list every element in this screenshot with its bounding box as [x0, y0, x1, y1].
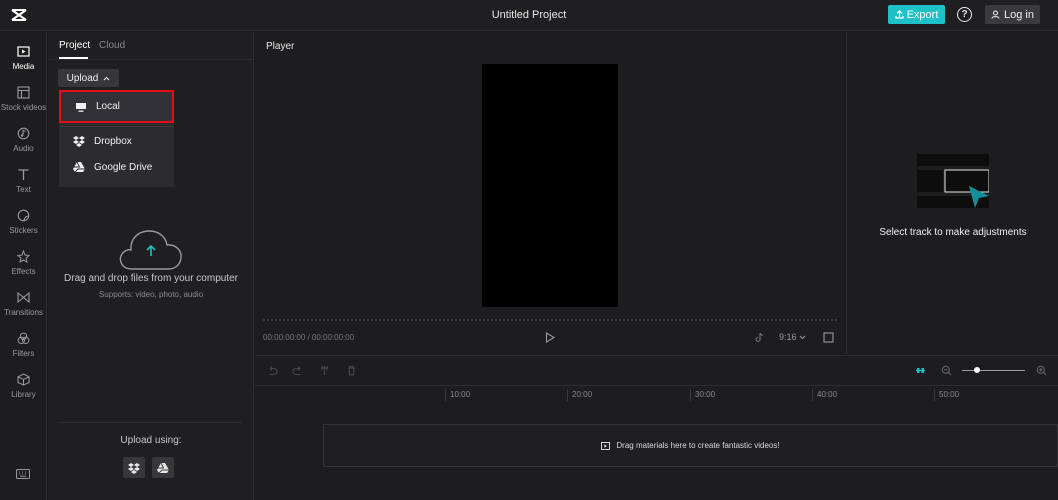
ruler-tick: 10:00 — [445, 389, 470, 401]
menu-item-dropbox[interactable]: Dropbox — [59, 128, 174, 154]
preview-canvas[interactable] — [482, 64, 618, 307]
library-icon — [17, 373, 30, 386]
supported-formats-text: Supports: video, photo, audio — [98, 290, 204, 299]
video-clip-icon — [601, 441, 611, 450]
zoom-slider-track[interactable] — [962, 370, 1025, 371]
fullscreen-icon[interactable] — [823, 332, 834, 343]
media-panel: Project Cloud Upload Local Dropbox Googl… — [48, 32, 254, 500]
delete-icon[interactable] — [346, 365, 357, 376]
tiktok-icon[interactable] — [754, 332, 764, 343]
undo-icon[interactable] — [267, 365, 278, 376]
nav-label: Filters — [12, 349, 35, 358]
upload-button[interactable]: Upload — [58, 69, 119, 87]
select-track-illustration-icon — [917, 154, 989, 208]
menu-item-google-drive[interactable]: Google Drive — [59, 154, 174, 180]
help-icon[interactable]: ? — [957, 7, 972, 22]
timecode: 00:00:00:00 / 00:00:00:00 — [263, 333, 355, 342]
nav-item-text[interactable]: Text — [0, 165, 47, 201]
ruler-tick: 50:00 — [934, 389, 959, 401]
google-drive-icon — [157, 462, 169, 473]
export-label: Export — [906, 8, 939, 21]
nav-label: Stickers — [9, 226, 38, 235]
media-divider — [59, 422, 242, 423]
nav-item-audio[interactable]: Audio — [0, 124, 47, 160]
play-icon[interactable] — [545, 332, 555, 343]
timeline-drop-zone[interactable]: Drag materials here to create fantastic … — [323, 424, 1058, 467]
nav-item-effects[interactable]: Effects — [0, 247, 47, 283]
playback-scrubber[interactable] — [263, 319, 837, 321]
tab-cloud[interactable]: Cloud — [99, 40, 125, 51]
google-drive-icon — [73, 161, 85, 173]
monitor-icon — [76, 102, 86, 112]
upload-label: Upload — [66, 72, 99, 84]
user-icon — [991, 10, 1000, 19]
zoom-in-icon[interactable] — [1036, 365, 1047, 376]
nav-item-filters[interactable]: Filters — [0, 329, 47, 365]
upload-dropdown-menu: Local Dropbox Google Drive — [59, 90, 174, 187]
ruler-tick: 40:00 — [812, 389, 837, 401]
login-button[interactable]: Log in — [985, 5, 1040, 24]
audio-icon — [17, 127, 30, 140]
ruler-tick: 30:00 — [690, 389, 715, 401]
player-panel: Player 00:00:00:00 / 00:00:00:00 9:16 — [255, 32, 845, 354]
drop-zone-text: Drag materials here to create fantastic … — [616, 441, 780, 450]
chevron-down-icon — [799, 335, 806, 340]
adjustments-panel: Select track to make adjustments — [846, 32, 1058, 354]
nav-item-transitions[interactable]: Transitions — [0, 288, 47, 324]
dropbox-icon — [73, 136, 85, 147]
left-nav: Media Stock videos Audio Text Stickers E… — [0, 32, 47, 500]
menu-item-label: Local — [96, 101, 120, 112]
aspect-ratio-value: 9:16 — [779, 332, 797, 342]
redo-icon[interactable] — [292, 365, 303, 376]
menu-divider — [59, 126, 174, 127]
stickers-icon — [17, 209, 30, 222]
nav-label: Media — [12, 62, 35, 71]
capcut-editor: Untitled Project Export ? Log in Media S… — [0, 0, 1058, 500]
nav-label: Audio — [13, 144, 34, 153]
nav-label: Stock videos — [0, 103, 47, 112]
aspect-ratio-select[interactable]: 9:16 — [779, 332, 806, 342]
drag-drop-text: Drag and drop files from your computer — [64, 273, 238, 284]
effects-icon — [17, 250, 30, 263]
menu-item-label: Google Drive — [94, 161, 153, 173]
nav-item-stickers[interactable]: Stickers — [0, 206, 47, 242]
timeline-divider — [255, 385, 1058, 386]
transitions-icon — [17, 291, 30, 304]
split-icon[interactable] — [319, 365, 330, 376]
nav-item-stock-videos[interactable]: Stock videos — [0, 83, 47, 119]
top-header: Untitled Project Export ? Log in — [0, 0, 1058, 31]
upload-using-label: Upload using: — [120, 435, 182, 446]
export-button[interactable]: Export — [888, 5, 945, 24]
nav-item-library[interactable]: Library — [0, 370, 47, 406]
login-label: Log in — [1004, 8, 1034, 21]
filters-icon — [17, 332, 30, 345]
menu-item-local[interactable]: Local — [59, 90, 174, 123]
adjustments-hint: Select track to make adjustments — [879, 227, 1027, 238]
magnet-snap-icon[interactable] — [915, 365, 926, 376]
nav-item-media[interactable]: Media — [0, 42, 47, 78]
tab-project[interactable]: Project — [59, 40, 90, 51]
nav-label: Effects — [11, 267, 36, 276]
text-icon — [18, 169, 29, 180]
zoom-slider-handle[interactable] — [974, 367, 980, 373]
dropbox-upload-button[interactable] — [123, 457, 145, 478]
stock-videos-icon — [17, 86, 30, 99]
nav-label: Library — [11, 390, 36, 399]
tab-divider — [48, 59, 254, 60]
media-icon — [17, 46, 30, 57]
upload-arrow-icon — [894, 10, 904, 19]
cloud-upload-icon[interactable] — [118, 225, 184, 271]
help-glyph: ? — [961, 9, 968, 20]
timeline-panel: 10:00 20:00 30:00 40:00 50:00 Drag mater… — [255, 355, 1058, 500]
dropbox-icon — [128, 462, 140, 474]
menu-item-label: Dropbox — [94, 135, 132, 147]
ruler-tick: 20:00 — [567, 389, 592, 401]
zoom-out-icon[interactable] — [941, 365, 952, 376]
google-drive-upload-button[interactable] — [152, 457, 174, 478]
player-title: Player — [266, 41, 295, 52]
chevron-up-icon — [103, 76, 110, 80]
nav-label: Text — [16, 185, 31, 194]
keyboard-icon[interactable] — [16, 469, 30, 479]
nav-label: Transitions — [4, 308, 43, 317]
